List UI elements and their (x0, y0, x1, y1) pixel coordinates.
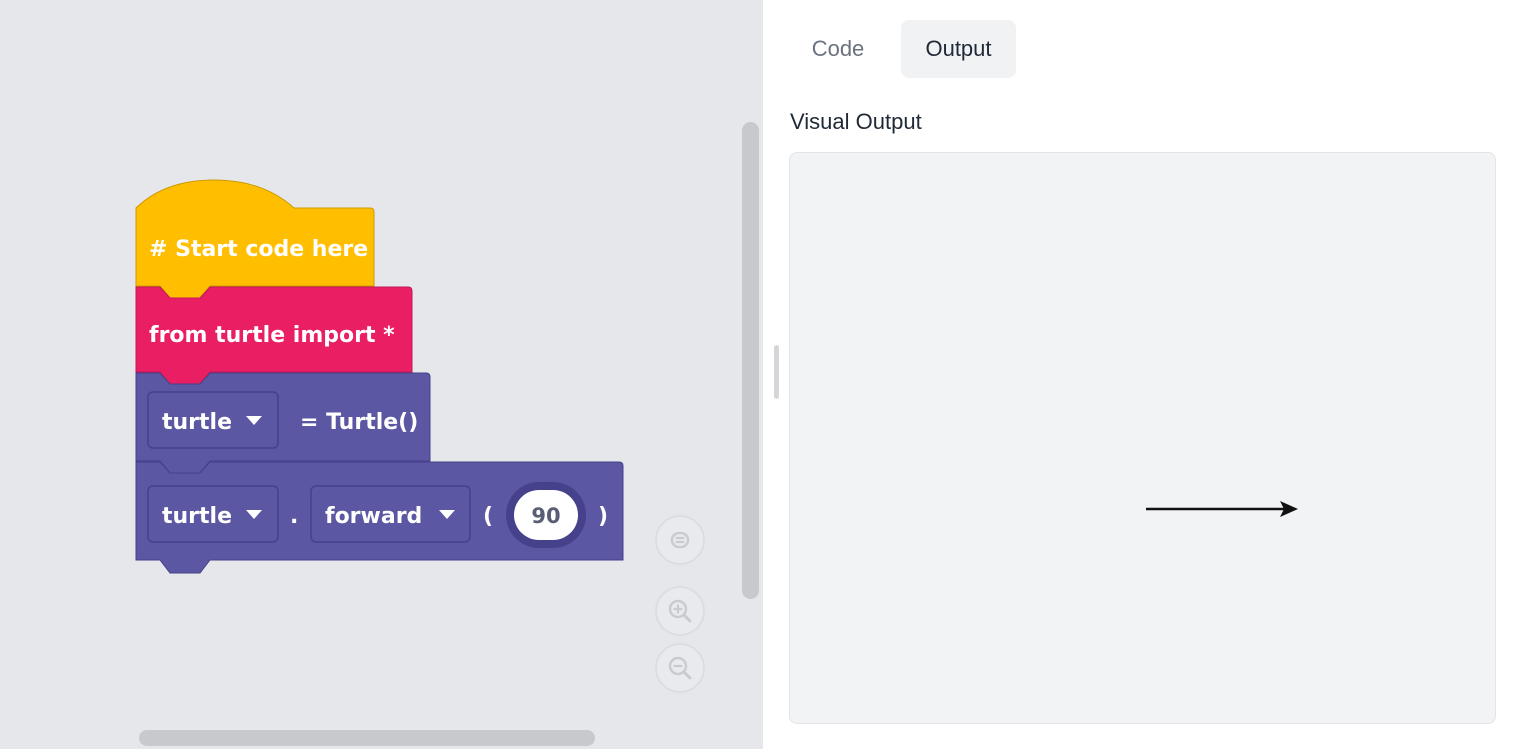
distance-value: 90 (531, 504, 560, 528)
assign-variable-text: turtle (162, 410, 232, 435)
forward-block[interactable]: turtle . forward ( 90 ) (135, 461, 624, 574)
distance-input[interactable]: 90 (506, 482, 586, 548)
blocks-canvas: # Start code here from turtle import * t… (135, 179, 624, 574)
turtle-output-canvas (789, 152, 1496, 724)
reset-view-button[interactable] (655, 515, 705, 565)
visual-output-title: Visual Output (790, 109, 922, 134)
workspace-vertical-scrollbar[interactable] (742, 122, 759, 599)
import-block[interactable]: from turtle import * (135, 286, 413, 385)
zoom-in-icon (668, 599, 692, 623)
dot-text: . (290, 504, 298, 529)
tab-code[interactable]: Code (789, 20, 887, 78)
method-dropdown[interactable]: forward (310, 485, 471, 543)
open-paren-text: ( (483, 504, 493, 529)
blocks-workspace[interactable]: # Start code here from turtle import * t… (0, 0, 763, 749)
reset-view-icon (670, 531, 690, 549)
method-text: forward (325, 504, 422, 529)
assign-rhs-text: = Turtle() (300, 410, 418, 435)
zoom-out-icon (668, 656, 692, 680)
zoom-out-button[interactable] (655, 643, 705, 693)
close-paren-text: ) (598, 504, 608, 529)
zoom-in-button[interactable] (655, 586, 705, 636)
panel-resize-handle[interactable] (774, 345, 779, 399)
comment-text: # Start code here (149, 237, 368, 262)
workspace-horizontal-scrollbar[interactable] (139, 730, 595, 746)
assign-block[interactable]: turtle = Turtle() (135, 372, 431, 474)
tab-output[interactable]: Output (901, 20, 1016, 78)
assign-variable-dropdown[interactable]: turtle (147, 391, 279, 449)
forward-object-dropdown[interactable]: turtle (147, 485, 279, 543)
forward-object-text: turtle (162, 504, 232, 529)
import-text: from turtle import * (149, 323, 395, 348)
turtle-drawing (1146, 501, 1298, 517)
comment-block[interactable]: # Start code here (135, 179, 375, 299)
